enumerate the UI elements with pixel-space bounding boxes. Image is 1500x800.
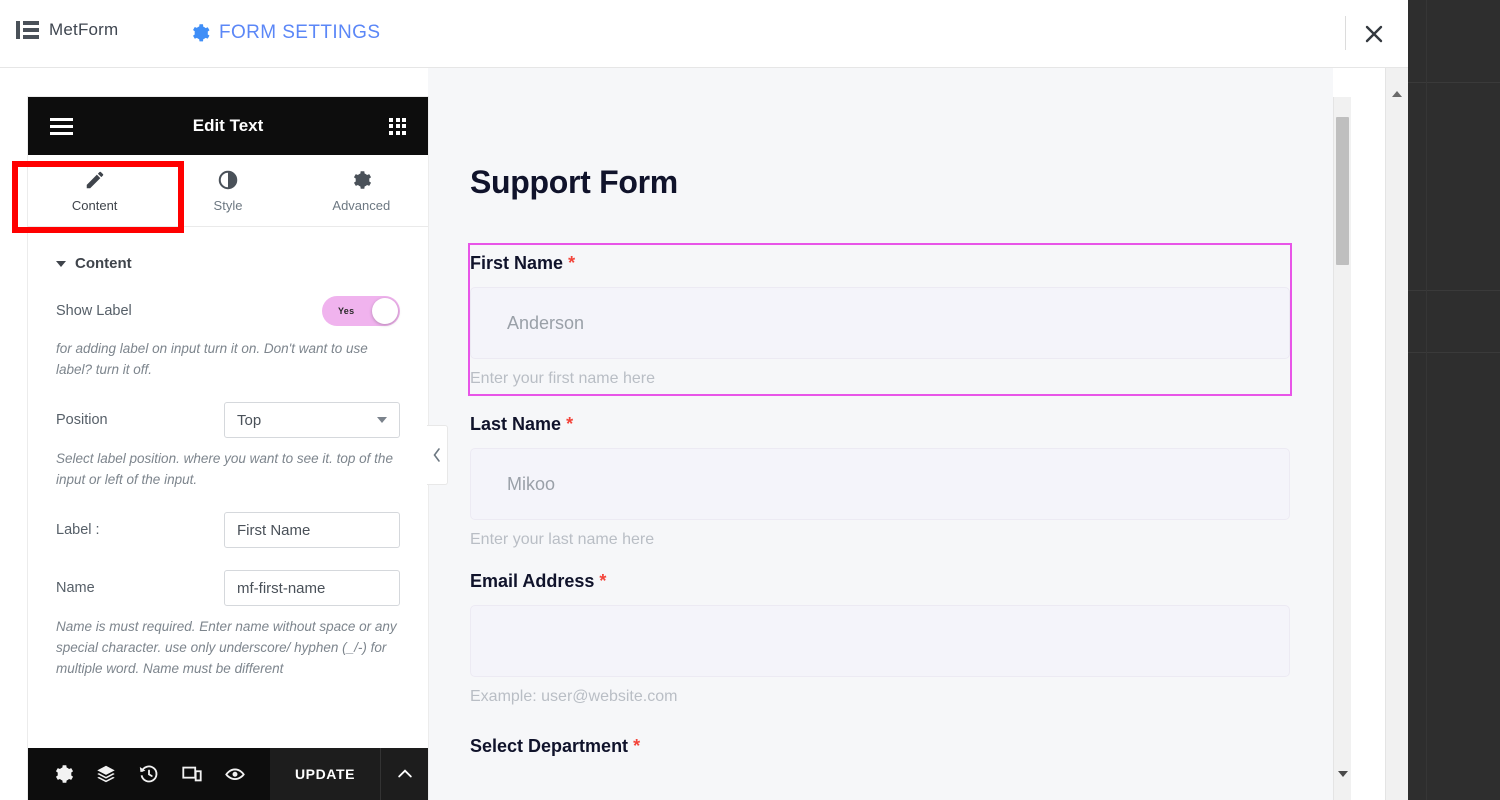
page-title: Support Form [470, 164, 678, 200]
position-row: Position Top [56, 402, 400, 438]
form-preview-canvas: Support Form First Name * Anderson Enter… [428, 68, 1333, 800]
show-label-hint: for adding label on input turn it on. Do… [56, 341, 368, 377]
top-bar: MetForm FORM SETTINGS [0, 0, 1408, 68]
contrast-icon [218, 170, 238, 189]
inner-scrollbar-thumb[interactable] [1336, 117, 1349, 265]
name-hint: Name is must required. Enter name withou… [56, 619, 397, 676]
label-input[interactable] [224, 512, 400, 548]
tab-advanced-label: Advanced [332, 197, 391, 213]
tab-advanced[interactable]: Advanced [295, 155, 428, 226]
field-label-text: Email Address [470, 571, 595, 591]
panel-collapse-handle[interactable] [427, 425, 448, 485]
field-label: Email Address * [470, 571, 1290, 592]
name-input[interactable] [224, 570, 400, 606]
brand-name: MetForm [49, 20, 119, 39]
tab-content[interactable]: Content [28, 155, 161, 226]
form-field-email[interactable]: Email Address * Example: user@website.co… [470, 565, 1290, 708]
required-marker: * [599, 571, 607, 591]
toggle-value: Yes [338, 306, 355, 316]
name-row: Name [56, 570, 400, 606]
show-label-toggle[interactable]: Yes [322, 296, 400, 326]
last-name-placeholder: Mikoo [507, 473, 556, 494]
position-label: Position [56, 412, 108, 428]
form-field-first-name[interactable]: First Name * Anderson Enter your first n… [468, 243, 1292, 396]
browser-scrollbar[interactable] [1385, 68, 1408, 800]
show-label-label: Show Label [56, 303, 132, 319]
name-field-label: Name [56, 580, 95, 596]
field-label: First Name * [470, 253, 1290, 274]
first-name-input[interactable]: Anderson [470, 287, 1290, 359]
position-select[interactable]: Top [224, 402, 400, 438]
label-row: Label : [56, 512, 400, 548]
required-marker: * [633, 736, 641, 756]
panel-footer-toolbar: UPDATE [28, 748, 428, 800]
panel-title: Edit Text [192, 116, 264, 135]
position-hint: Select label position. where you want to… [56, 451, 393, 487]
field-help-text: Enter your last name here [470, 531, 655, 548]
preview-eye-icon[interactable] [224, 763, 246, 785]
grid-icon[interactable] [389, 117, 406, 135]
tab-content-label: Content [71, 197, 118, 213]
pencil-icon [86, 171, 103, 188]
footer-icon-group [28, 748, 270, 800]
tab-style[interactable]: Style [161, 155, 294, 226]
form-field-select-department[interactable]: Select Department * [470, 722, 1290, 772]
list-icon [16, 21, 39, 39]
inner-scrollbar[interactable] [1333, 97, 1351, 800]
history-icon[interactable] [138, 763, 160, 785]
email-input[interactable] [470, 605, 1290, 677]
show-label-row: Show Label Yes [56, 294, 400, 328]
field-label-text: Select Department [470, 736, 629, 756]
gear-icon [193, 24, 210, 42]
field-help-text: Enter your first name here [470, 370, 655, 387]
form-container: Support Form First Name * Anderson Enter… [428, 68, 1292, 772]
toggle-knob [372, 298, 398, 324]
first-name-placeholder: Anderson [507, 312, 585, 333]
position-value: Top [237, 411, 262, 429]
field-help-text: Example: user@website.com [470, 688, 678, 705]
field-label-text: First Name [470, 253, 564, 273]
field-label-text: Last Name [470, 414, 562, 434]
required-marker: * [568, 253, 576, 273]
panel-header: Edit Text [28, 97, 428, 155]
scroll-down-icon[interactable] [1338, 771, 1348, 795]
panel-tabs: Content Style Advanced [28, 155, 428, 227]
metform-brand: MetForm [16, 20, 118, 40]
field-label: Select Department * [470, 736, 1290, 757]
update-button[interactable]: UPDATE [270, 748, 380, 800]
form-settings-label: FORM SETTINGS [219, 22, 381, 43]
layers-icon[interactable] [95, 763, 117, 785]
settings-gear-icon[interactable] [52, 763, 74, 785]
responsive-mode-icon[interactable] [181, 763, 203, 785]
caret-down-icon [56, 260, 66, 267]
field-label: Last Name * [470, 414, 1290, 435]
screen-root: MetForm FORM SETTINGS Support Form First… [0, 0, 1500, 800]
form-field-last-name[interactable]: Last Name * Mikoo Enter your last name h… [470, 408, 1290, 551]
chevron-up-icon[interactable] [380, 748, 428, 800]
scroll-up-icon[interactable] [1392, 74, 1402, 97]
required-marker: * [566, 414, 574, 434]
last-name-input[interactable]: Mikoo [470, 448, 1290, 520]
form-settings-button[interactable]: FORM SETTINGS [190, 22, 380, 44]
editor-viewport: MetForm FORM SETTINGS Support Form First… [0, 0, 1408, 800]
panel-body: Content Show Label Yes for adding label … [28, 227, 428, 747]
hamburger-icon[interactable] [50, 117, 73, 135]
content-section-title: Content [75, 255, 132, 272]
tab-style-label: Style [213, 197, 243, 213]
topbar-divider [1345, 16, 1346, 50]
label-field-label: Label : [56, 522, 100, 538]
close-icon[interactable] [1360, 20, 1388, 48]
desktop-background [1408, 0, 1500, 800]
gear-icon [354, 170, 372, 189]
elementor-panel: Edit Text Content Style Advanced Content… [12, 97, 428, 800]
chevron-down-icon [377, 417, 387, 423]
content-section-header[interactable]: Content [56, 255, 400, 272]
